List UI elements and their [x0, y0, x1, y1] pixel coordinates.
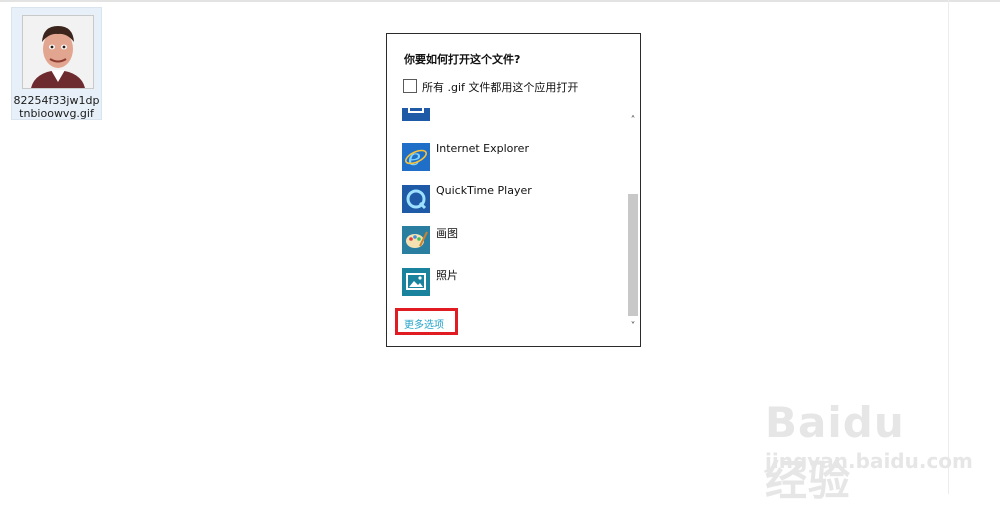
- app-label-photos: 照片: [436, 269, 458, 282]
- app-item-paint[interactable]: 画图: [387, 219, 626, 259]
- file-thumbnail: [22, 15, 94, 89]
- app-label-quicktime: QuickTime Player: [436, 184, 532, 197]
- file-name: 82254f33jw1dp tnbioowvg.gif: [12, 94, 101, 120]
- dialog-title: 你要如何打开这个文件?: [404, 53, 521, 66]
- baidu-watermark: Baidu经验 jingyan.baidu.com: [765, 386, 973, 505]
- quicktime-icon: [402, 185, 430, 213]
- app-item-photos[interactable]: 照片: [387, 261, 626, 301]
- desktop-file[interactable]: 82254f33jw1dp tnbioowvg.gif: [11, 7, 102, 120]
- file-name-line2: tnbioowvg.gif: [19, 107, 94, 120]
- app-label-internet-explorer: Internet Explorer: [436, 142, 529, 155]
- scrollbar-thumb[interactable]: [628, 194, 638, 316]
- right-divider: [948, 0, 949, 494]
- always-use-checkbox[interactable]: [403, 79, 417, 93]
- more-options-label: 更多选项: [404, 320, 444, 331]
- app-list-scrollbar[interactable]: ˄ ˅: [626, 114, 640, 344]
- paint-icon: [402, 226, 430, 254]
- file-name-line1: 82254f33jw1dp: [13, 94, 100, 107]
- app-item-quicktime[interactable]: QuickTime Player: [387, 178, 626, 218]
- internet-explorer-icon: e: [402, 143, 430, 171]
- app-item-partial[interactable]: [387, 108, 626, 126]
- app-item-internet-explorer[interactable]: e Internet Explorer: [387, 136, 626, 176]
- app-label-paint: 画图: [436, 227, 458, 240]
- scroll-up-icon[interactable]: ˄: [626, 114, 640, 128]
- svg-text:e: e: [408, 146, 421, 171]
- more-options-link[interactable]: 更多选项: [395, 308, 458, 335]
- always-use-label[interactable]: 所有 .gif 文件都用这个应用打开: [422, 79, 578, 95]
- open-with-dialog: 你要如何打开这个文件? 所有 .gif 文件都用这个应用打开 e Interne…: [386, 33, 641, 347]
- photos-icon: [402, 268, 430, 296]
- scroll-down-icon[interactable]: ˅: [626, 320, 640, 334]
- app-list: e Internet Explorer QuickTime Player 画图 …: [387, 108, 626, 348]
- partial-app-icon: [402, 108, 430, 121]
- watermark-sub: jingyan.baidu.com: [765, 449, 973, 473]
- top-border: [0, 0, 1000, 2]
